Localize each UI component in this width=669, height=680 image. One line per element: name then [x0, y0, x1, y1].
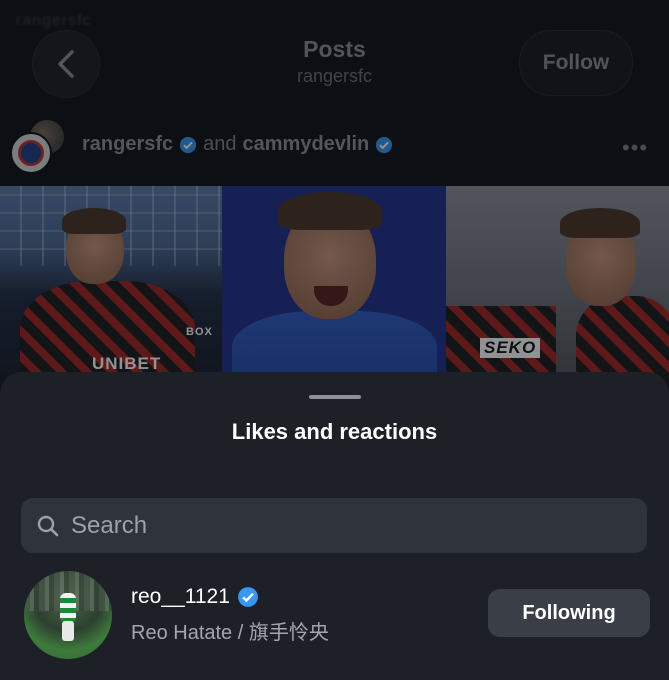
sheet-title: Likes and reactions	[231, 419, 438, 444]
player-hair	[560, 208, 640, 238]
user-full-name: Reo Hatate / 旗手怜央	[131, 622, 329, 644]
author-conjunction: and	[203, 133, 237, 155]
post-author-avatars[interactable]	[10, 118, 66, 174]
post-photo-carousel[interactable]: UNIBET BOX SEKO	[0, 186, 669, 386]
sheet-grabber-handle[interactable]	[309, 395, 361, 399]
avatar-player-legs	[62, 621, 74, 641]
list-item[interactable]: reo__1121 Reo Hatate / 旗手怜央 Following	[0, 569, 669, 663]
avatar-player	[60, 593, 76, 623]
more-horizontal-icon[interactable]: •••	[622, 135, 648, 161]
following-button[interactable]: Following	[488, 589, 650, 637]
verified-badge-icon	[375, 136, 393, 154]
post-photo: SEKO	[446, 186, 669, 386]
shirt-sponsor-text: UNIBET	[92, 354, 162, 373]
faint-top-text: rangersfc	[16, 12, 92, 29]
likes-bottom-sheet: Likes and reactions Search reo__1121 Reo…	[0, 372, 669, 680]
sleeve-text: BOX	[186, 326, 213, 338]
verified-badge-icon	[237, 586, 259, 608]
follow-button[interactable]: Follow	[519, 30, 633, 96]
verified-badge-icon	[179, 136, 197, 154]
rangers-avatar	[10, 132, 52, 174]
post-photo: UNIBET BOX	[0, 186, 222, 386]
post-authors: rangersfc and cammydevlin	[82, 133, 393, 156]
username[interactable]: reo__1121	[131, 585, 259, 609]
shirt-sponsor-text: SEKO	[480, 338, 541, 358]
search-input[interactable]: Search	[21, 498, 647, 553]
avatar[interactable]	[24, 571, 112, 659]
author-primary[interactable]: rangersfc	[82, 133, 173, 156]
club-crest-icon	[18, 140, 44, 166]
author-secondary[interactable]: cammydevlin	[243, 133, 370, 156]
username-text: reo__1121	[131, 585, 230, 608]
player-hair	[62, 208, 126, 234]
search-icon	[37, 515, 59, 537]
post-photo	[222, 186, 446, 386]
player-hair	[278, 192, 382, 230]
search-placeholder: Search	[71, 511, 148, 539]
